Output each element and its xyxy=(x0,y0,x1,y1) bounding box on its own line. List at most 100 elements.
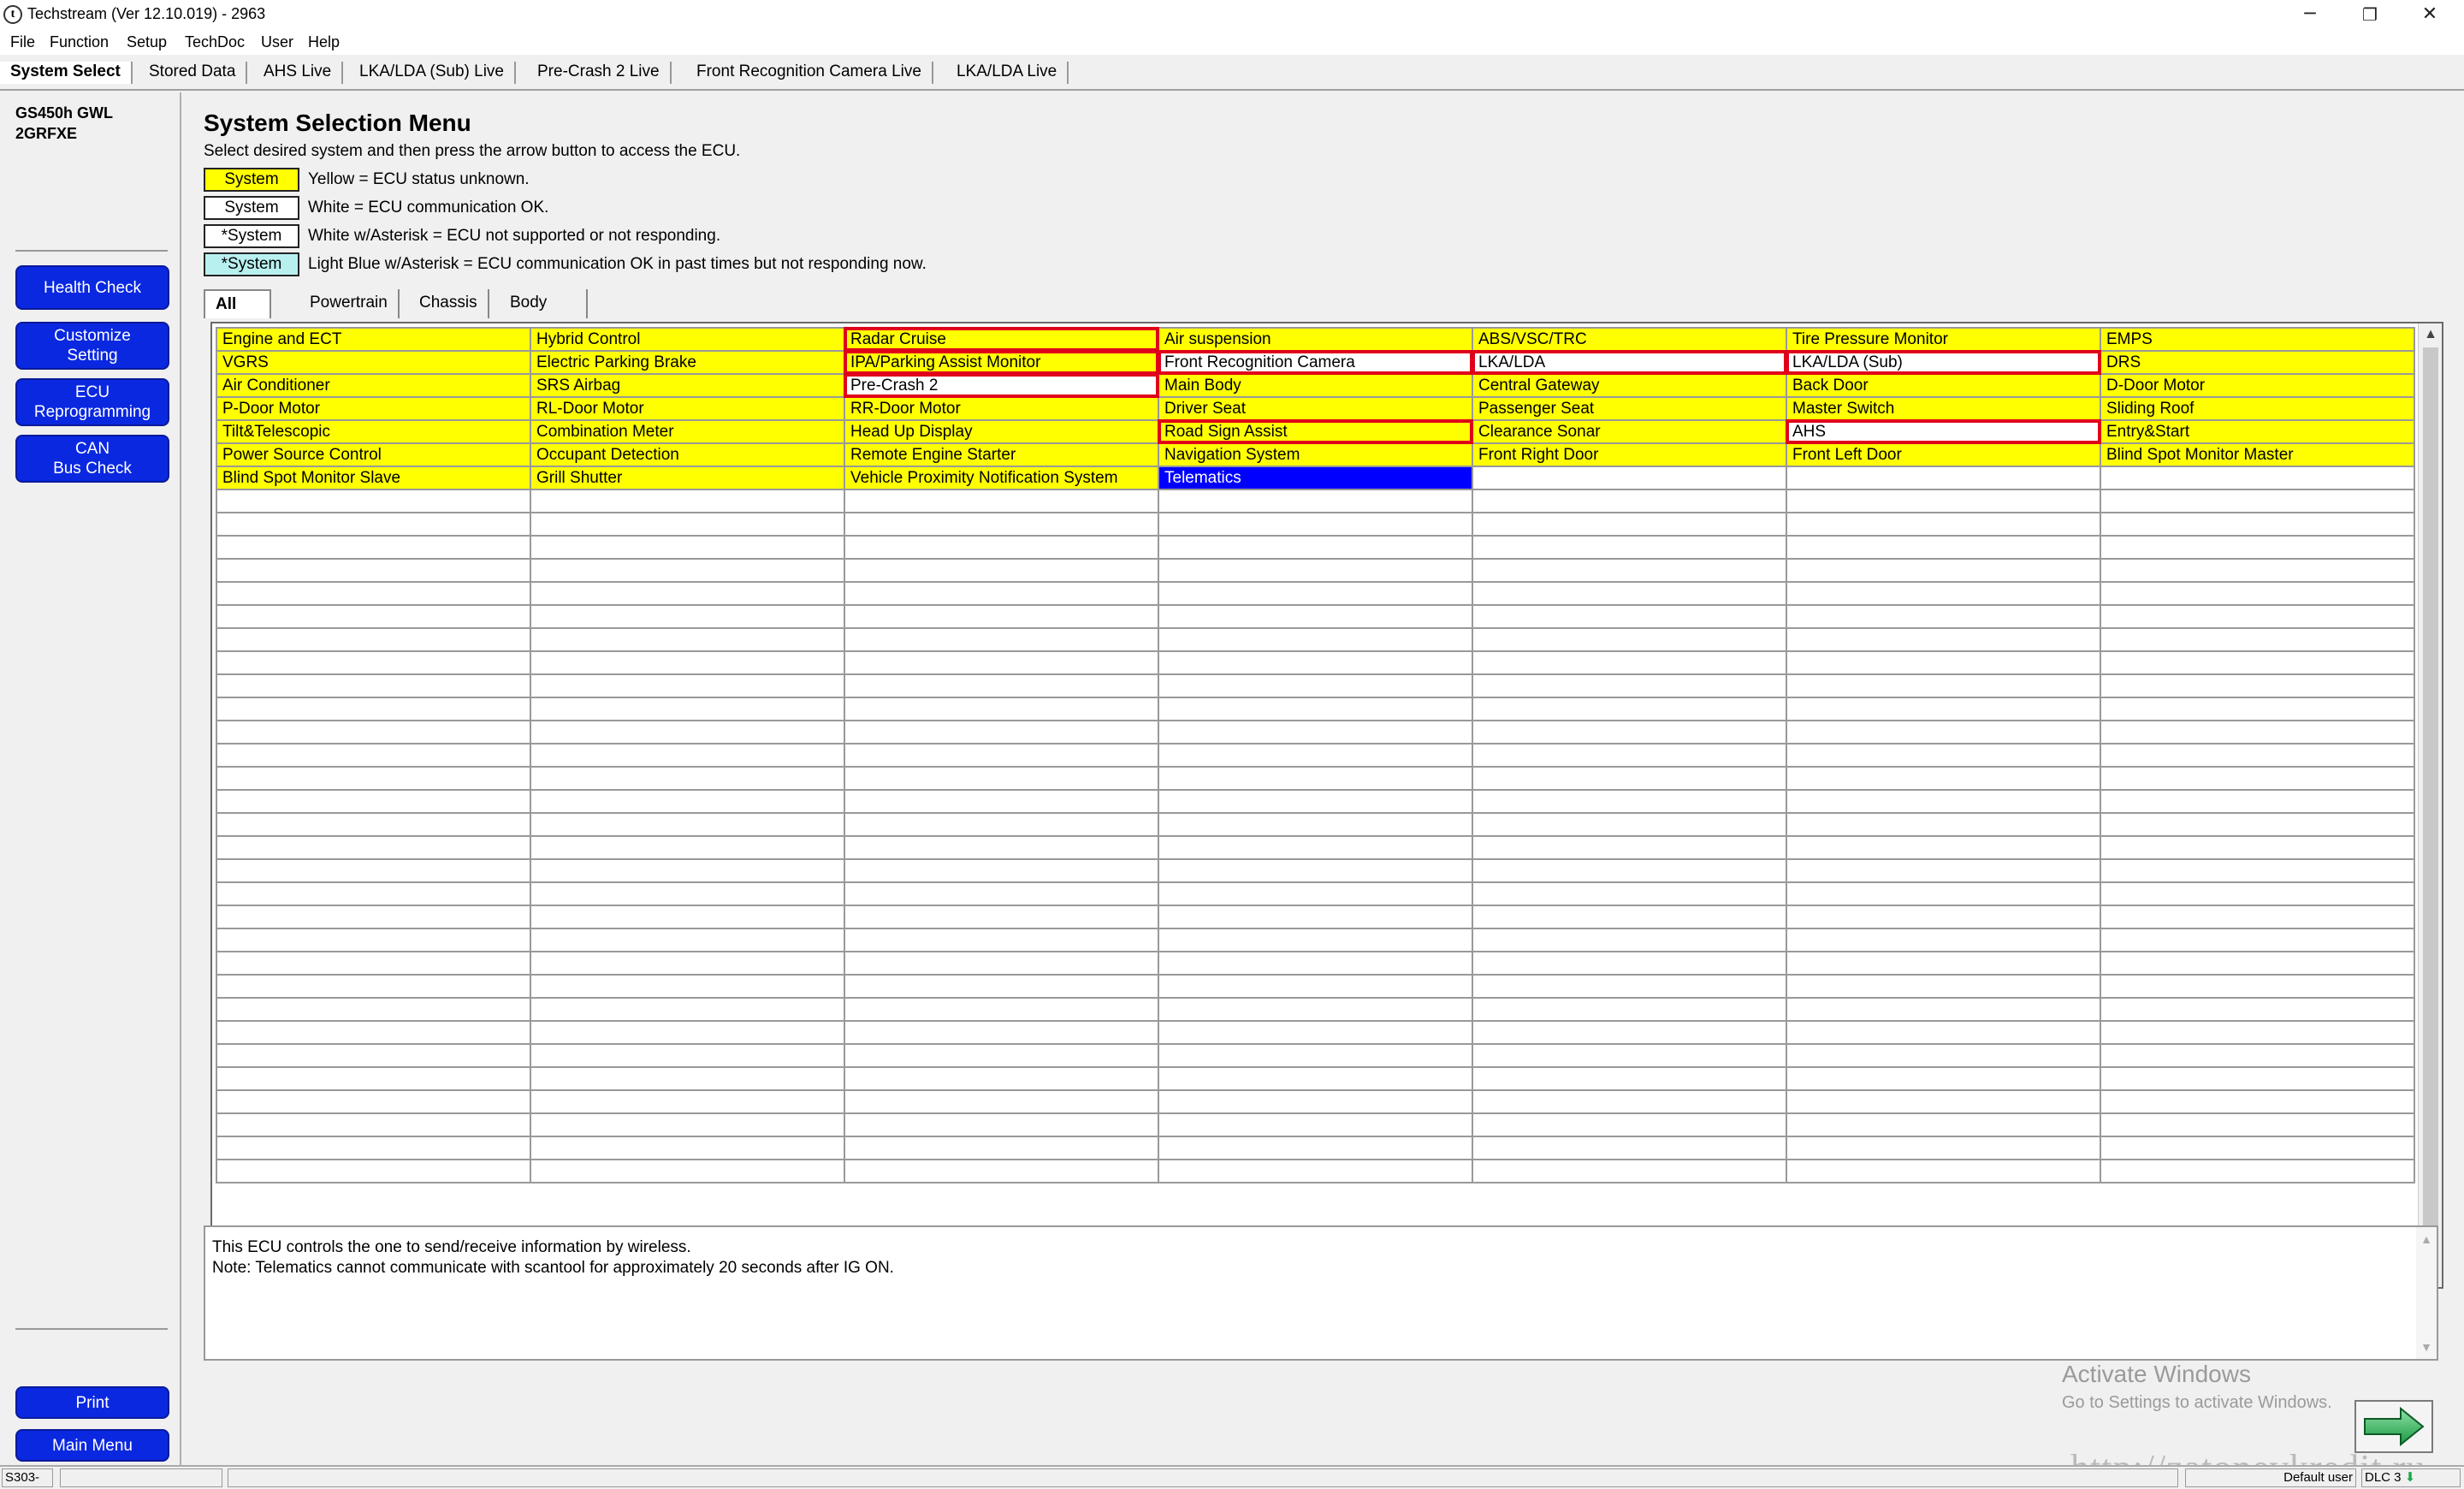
activate-windows-subtitle: Go to Settings to activate Windows. xyxy=(2062,1393,2332,1412)
ecu-cell-srs-airbag[interactable]: SRS Airbag xyxy=(530,373,845,398)
ecu-cell-electric-parking-brake[interactable]: Electric Parking Brake xyxy=(530,350,845,375)
ecu-cell-empty xyxy=(1158,1159,1473,1183)
ecu-cell-central-gateway[interactable]: Central Gateway xyxy=(1472,373,1787,398)
tab-lka-lda-live[interactable]: LKA/LDA Live xyxy=(946,62,1069,84)
ecu-cell-ipa-parking-assist-monitor[interactable]: IPA/Parking Assist Monitor xyxy=(844,350,1159,375)
ecu-cell-d-door-motor[interactable]: D-Door Motor xyxy=(2100,373,2415,398)
ecu-cell-entry-start[interactable]: Entry&Start xyxy=(2100,419,2415,444)
tab-all-ecus[interactable]: All ECUs xyxy=(204,289,271,341)
tab-ahs-live[interactable]: AHS Live xyxy=(253,62,344,84)
ecu-cell-pre-crash-2[interactable]: Pre-Crash 2 xyxy=(844,373,1159,398)
restore-button[interactable]: ❐ xyxy=(2341,0,2399,31)
ecu-row-empty xyxy=(216,928,2415,952)
menu-function[interactable]: Function xyxy=(50,33,109,51)
ecu-cell-back-door[interactable]: Back Door xyxy=(1786,373,2101,398)
ecu-cell-navigation-system[interactable]: Navigation System xyxy=(1158,442,1473,467)
ecu-cell-empty xyxy=(1786,1159,2101,1183)
ecu-cell-blind-spot-monitor-master[interactable]: Blind Spot Monitor Master xyxy=(2100,442,2415,467)
ecu-cell-clearance-sonar[interactable]: Clearance Sonar xyxy=(1472,419,1787,444)
ecu-cell-vehicle-proximity-notification-system[interactable]: Vehicle Proximity Notification System xyxy=(844,466,1159,490)
tab-front-recognition-camera-live[interactable]: Front Recognition Camera Live xyxy=(686,62,933,84)
next-arrow-button[interactable] xyxy=(2354,1400,2433,1453)
ecu-cell-empty xyxy=(2100,1089,2415,1114)
ecu-cell-blind-spot-monitor-slave[interactable]: Blind Spot Monitor Slave xyxy=(216,466,531,490)
ecu-cell-main-body[interactable]: Main Body xyxy=(1158,373,1473,398)
ecu-cell-rl-door-motor[interactable]: RL-Door Motor xyxy=(530,396,845,421)
menu-setup[interactable]: Setup xyxy=(127,33,167,51)
ecu-cell-empty xyxy=(1472,835,1787,860)
ecu-cell-p-door-motor[interactable]: P-Door Motor xyxy=(216,396,531,421)
ecu-cell-empty xyxy=(1158,1089,1473,1114)
ecu-cell-empty xyxy=(1158,604,1473,629)
ecu-cell-passenger-seat[interactable]: Passenger Seat xyxy=(1472,396,1787,421)
ecu-cell-empty xyxy=(844,581,1159,606)
tab-powertrain[interactable]: Powertrain xyxy=(299,289,400,318)
ecu-cell-empty xyxy=(530,997,845,1022)
ecu-cell-empty xyxy=(1158,1043,1473,1068)
ecu-cell-empty xyxy=(1786,997,2101,1022)
ecu-cell-front-right-door[interactable]: Front Right Door xyxy=(1472,442,1787,467)
ecu-cell-lka-lda[interactable]: LKA/LDA xyxy=(1472,350,1787,375)
ecu-cell-air-suspension[interactable]: Air suspension xyxy=(1158,327,1473,352)
ecu-cell-front-left-door[interactable]: Front Left Door xyxy=(1786,442,2101,467)
ecu-cell-lka-lda-sub[interactable]: LKA/LDA (Sub) xyxy=(1786,350,2101,375)
ecu-cell-empty xyxy=(844,1066,1159,1091)
minimize-button[interactable]: ─ xyxy=(2281,0,2339,31)
ecu-cell-air-conditioner[interactable]: Air Conditioner xyxy=(216,373,531,398)
ecu-cell-emps[interactable]: EMPS xyxy=(2100,327,2415,352)
can-bus-check-button[interactable]: CAN Bus Check xyxy=(15,435,169,483)
ecu-cell-power-source-control[interactable]: Power Source Control xyxy=(216,442,531,467)
menu-user[interactable]: User xyxy=(261,33,293,51)
ecu-cell-road-sign-assist[interactable]: Road Sign Assist xyxy=(1158,419,1473,444)
ecu-cell-empty xyxy=(844,697,1159,721)
tab-body-electrical[interactable]: Body Electrical xyxy=(500,289,589,339)
ecu-cell-grill-shutter[interactable]: Grill Shutter xyxy=(530,466,845,490)
ecu-reprogramming-button[interactable]: ECU Reprogramming xyxy=(15,378,169,426)
ecu-cell-tilt-telescopic[interactable]: Tilt&Telescopic xyxy=(216,419,531,444)
ecu-cell-empty xyxy=(1472,535,1787,560)
ecu-cell-vgrs[interactable]: VGRS xyxy=(216,350,531,375)
ecu-cell-empty xyxy=(530,743,845,768)
scroll-up-icon[interactable]: ▲ xyxy=(2419,323,2442,346)
print-button[interactable]: Print xyxy=(15,1386,169,1419)
ecu-cell-telematics[interactable]: Telematics xyxy=(1158,466,1473,490)
health-check-button[interactable]: Health Check xyxy=(15,265,169,310)
ecu-cell-hybrid-control[interactable]: Hybrid Control xyxy=(530,327,845,352)
ecu-cell-empty xyxy=(2100,720,2415,744)
ecu-cell-head-up-display[interactable]: Head Up Display xyxy=(844,419,1159,444)
grid-scrollbar[interactable]: ▲ ▼ xyxy=(2418,323,2442,1287)
tab-pre-crash-2-live[interactable]: Pre-Crash 2 Live xyxy=(527,62,672,84)
menu-help[interactable]: Help xyxy=(308,33,340,51)
ecu-cell-empty xyxy=(2100,466,2415,490)
ecu-row: Tilt&Telescopic Combination Meter Head Up … xyxy=(216,419,2415,444)
close-button[interactable]: ✕ xyxy=(2401,0,2459,31)
ecu-cell-combination-meter[interactable]: Combination Meter xyxy=(530,419,845,444)
description-scrollbar[interactable]: ▲ ▼ xyxy=(2416,1227,2437,1359)
main-menu-button[interactable]: Main Menu xyxy=(15,1429,169,1462)
tab-chassis[interactable]: Chassis xyxy=(409,289,489,318)
menu-techdoc[interactable]: TechDoc xyxy=(185,33,245,51)
menu-file[interactable]: File xyxy=(10,33,35,51)
ecu-cell-master-switch[interactable]: Master Switch xyxy=(1786,396,2101,421)
ecu-cell-empty xyxy=(1786,697,2101,721)
ecu-cell-empty xyxy=(844,812,1159,837)
ecu-cell-empty xyxy=(1472,1089,1787,1114)
ecu-cell-sliding-roof[interactable]: Sliding Roof xyxy=(2100,396,2415,421)
ecu-cell-rr-door-motor[interactable]: RR-Door Motor xyxy=(844,396,1159,421)
ecu-cell-ahs[interactable]: AHS xyxy=(1786,419,2101,444)
tab-system-select[interactable]: System Select xyxy=(0,62,133,84)
tab-stored-data[interactable]: Stored Data xyxy=(139,62,248,84)
scroll-thumb[interactable] xyxy=(2423,347,2438,1263)
ecu-cell-occupant-detection[interactable]: Occupant Detection xyxy=(530,442,845,467)
ecu-cell-driver-seat[interactable]: Driver Seat xyxy=(1158,396,1473,421)
ecu-cell-abs-vsc-trc[interactable]: ABS/VSC/TRC xyxy=(1472,327,1787,352)
ecu-cell-tire-pressure-monitor[interactable]: Tire Pressure Monitor xyxy=(1786,327,2101,352)
tab-lka-lda-sub-live[interactable]: LKA/LDA (Sub) Live xyxy=(349,62,516,84)
ecu-cell-engine-and-ect[interactable]: Engine and ECT xyxy=(216,327,531,352)
ecu-cell-remote-engine-starter[interactable]: Remote Engine Starter xyxy=(844,442,1159,467)
ecu-cell-drs[interactable]: DRS xyxy=(2100,350,2415,375)
customize-setting-button[interactable]: Customize Setting xyxy=(15,322,169,370)
ecu-cell-front-recognition-camera[interactable]: Front Recognition Camera xyxy=(1158,350,1473,375)
ecu-row-empty xyxy=(216,766,2415,791)
ecu-cell-radar-cruise[interactable]: Radar Cruise xyxy=(844,327,1159,352)
